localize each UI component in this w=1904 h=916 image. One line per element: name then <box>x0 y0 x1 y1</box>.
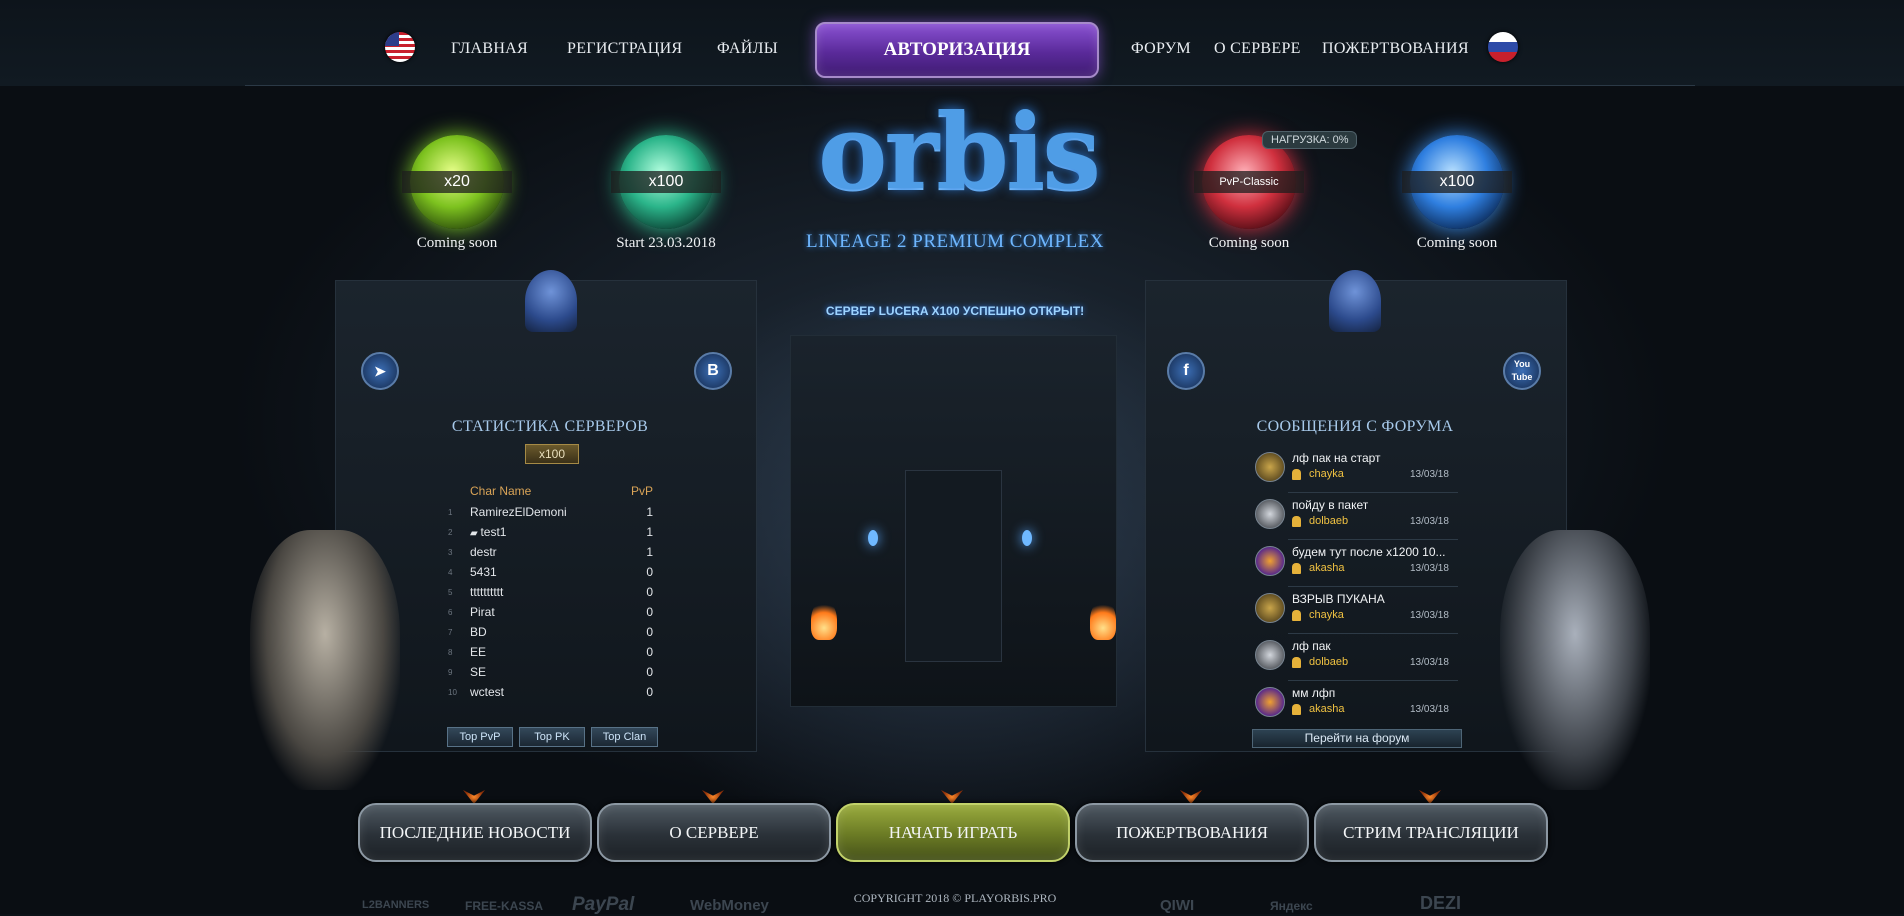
us-flag-icon[interactable] <box>385 32 415 62</box>
user-icon <box>1292 704 1301 715</box>
l2banners-logo[interactable]: L2BANNERS <box>362 899 429 911</box>
user-icon <box>1292 469 1301 480</box>
avatar <box>1255 546 1285 576</box>
server-label: x20 <box>402 171 512 193</box>
forum-title: СООБЩЕНИЯ С ФОРУМА <box>1256 418 1454 435</box>
server-label: x100 <box>611 171 721 193</box>
mask-icon: ▰ <box>470 528 481 539</box>
server-orb-pvp-classic[interactable]: PvP-Classic <box>1194 135 1304 229</box>
site-logo[interactable]: orbis <box>818 100 1101 204</box>
forum-post[interactable]: пойду в пакет dolbaeb 13/03/18 <box>1253 495 1459 542</box>
go-to-forum-button[interactable]: Перейти на форум <box>1252 729 1462 748</box>
youtube-icon[interactable]: You Tube <box>1503 352 1541 390</box>
facebook-icon[interactable]: f <box>1167 352 1205 390</box>
nav-about[interactable]: О СЕРВЕРЕ <box>1214 40 1301 58</box>
avatar <box>1255 640 1285 670</box>
stats-server-tab[interactable]: x100 <box>525 444 579 464</box>
table-row: 5 tttttttttt 0 <box>448 585 653 599</box>
fire-icon <box>1090 600 1116 640</box>
nav-files[interactable]: ФАЙЛЫ <box>717 40 778 58</box>
nav-home[interactable]: ГЛАВНАЯ <box>451 40 528 58</box>
copyright: COPYRIGHT 2018 © PLAYORBIS.PRO <box>853 891 1057 905</box>
forum-post[interactable]: лф пак dolbaeb 13/03/18 <box>1253 636 1459 683</box>
table-row: 4 5431 0 <box>448 565 653 579</box>
avatar <box>1255 593 1285 623</box>
stream-button[interactable]: СТРИМ ТРАНСЛЯЦИИ <box>1314 803 1548 862</box>
tab-top-clan[interactable]: Top Clan <box>591 727 658 747</box>
forum-post[interactable]: мм лфп akasha 13/03/18 <box>1253 683 1459 730</box>
lion-statue-icon <box>1329 270 1381 332</box>
ru-flag-icon[interactable] <box>1488 32 1518 62</box>
tab-top-pvp[interactable]: Top PvP <box>447 727 513 747</box>
col-char-name: Char Name <box>470 484 532 498</box>
auth-button[interactable]: АВТОРИЗАЦИЯ <box>815 22 1099 78</box>
server-status: Coming soon <box>416 235 498 251</box>
dwarf-character-image <box>250 530 400 790</box>
webmoney-logo[interactable]: WebMoney <box>690 897 769 914</box>
about-server-button[interactable]: О СЕРВЕРЕ <box>597 803 831 862</box>
table-row: 1 RamirezElDemoni 1 <box>448 505 653 519</box>
server-orb-x100-blue[interactable]: x100 <box>1402 135 1512 229</box>
table-row: 8 EE 0 <box>448 645 653 659</box>
server-orb-x100[interactable]: x100 <box>611 135 721 229</box>
nav-register[interactable]: РЕГИСТРАЦИЯ <box>567 40 682 58</box>
table-row: 7 BD 0 <box>448 625 653 639</box>
yandex-logo[interactable]: Яндекс <box>1270 899 1313 913</box>
warrior-character-image <box>1500 530 1650 790</box>
avatar <box>1255 499 1285 529</box>
announcement-link[interactable]: СЕРВЕР LUCERA X100 УСПЕШНО ОТКРЫТ! <box>800 304 1110 318</box>
avatar <box>1255 452 1285 482</box>
forum-post[interactable]: будем тут после х1200 10... akasha 13/03… <box>1253 542 1459 589</box>
dezi-logo[interactable]: DEZI <box>1420 893 1461 914</box>
donations-button[interactable]: ПОЖЕРТВОВАНИЯ <box>1075 803 1309 862</box>
server-status: Coming soon <box>1416 235 1498 251</box>
col-pvp: PvP <box>630 484 653 498</box>
forum-post[interactable]: ВЗРЫВ ПУКАНА chayka 13/03/18 <box>1253 589 1459 636</box>
fire-icon <box>811 600 837 640</box>
torch-icon <box>868 530 878 546</box>
telegram-icon[interactable]: ➤ <box>361 352 399 390</box>
table-row: 3 destr 1 <box>448 545 653 559</box>
avatar <box>1255 687 1285 717</box>
server-label: x100 <box>1402 171 1512 193</box>
latest-news-button[interactable]: ПОСЛЕДНИЕ НОВОСТИ <box>358 803 592 862</box>
forum-post[interactable]: лф пак на старт chayka 13/03/18 <box>1253 448 1459 495</box>
server-orb-x20[interactable]: x20 <box>402 135 512 229</box>
table-row: 2 ▰ test1 1 <box>448 525 653 539</box>
nav-donate[interactable]: ПОЖЕРТВОВАНИЯ <box>1322 40 1469 58</box>
free-kassa-logo[interactable]: FREE-KASSA <box>465 899 543 913</box>
server-status: Coming soon <box>1208 235 1290 251</box>
stats-table: Char Name PvP 1 RamirezElDemoni 1 2 ▰ test1… <box>448 484 653 702</box>
load-badge: НАГРУЗКА: 0% <box>1262 131 1358 149</box>
forum-posts: лф пак на старт chayka 13/03/18 пойду в … <box>1253 448 1459 730</box>
server-status: Start 23.03.2018 <box>616 235 716 251</box>
nav-divider <box>245 85 1695 86</box>
lion-statue-icon <box>525 270 577 332</box>
user-icon <box>1292 563 1301 574</box>
stats-header: Char Name PvP <box>448 484 653 502</box>
nav-forum[interactable]: ФОРУМ <box>1131 40 1191 58</box>
logo-subtitle: LINEAGE 2 PREMIUM COMPLEX <box>805 231 1105 252</box>
user-icon <box>1292 516 1301 527</box>
user-icon <box>1292 657 1301 668</box>
gate-door <box>905 470 1002 662</box>
start-playing-button[interactable]: НАЧАТЬ ИГРАТЬ <box>836 803 1070 862</box>
qiwi-logo[interactable]: QIWI <box>1160 897 1194 914</box>
tab-top-pk[interactable]: Top PK <box>519 727 585 747</box>
table-row: 10 wctest 0 <box>448 685 653 699</box>
stats-title: СТАТИСТИКА СЕРВЕРОВ <box>451 418 649 435</box>
server-label: PvP-Classic <box>1194 171 1304 193</box>
paypal-logo[interactable]: PayPal <box>572 894 634 916</box>
user-icon <box>1292 610 1301 621</box>
table-row: 9 SE 0 <box>448 665 653 679</box>
vk-icon[interactable]: B <box>694 352 732 390</box>
torch-icon <box>1022 530 1032 546</box>
table-row: 6 Pirat 0 <box>448 605 653 619</box>
